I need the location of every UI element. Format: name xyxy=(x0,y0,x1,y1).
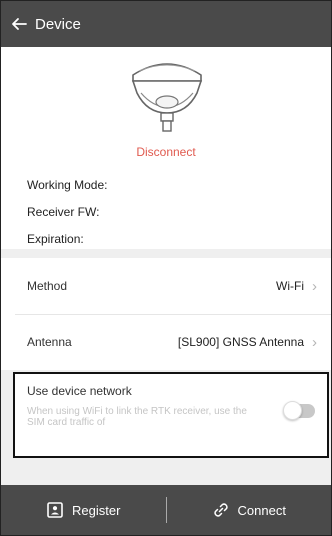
link-icon xyxy=(212,501,230,519)
chevron-right-icon: › xyxy=(312,277,317,295)
device-network-title: Use device network xyxy=(27,384,132,398)
connect-label: Connect xyxy=(237,502,286,518)
antenna-row[interactable]: Antenna [SL900] GNSS Antenna › xyxy=(1,314,331,370)
antenna-value: [SL900] GNSS Antenna xyxy=(177,335,304,349)
expiration-label: Expiration: xyxy=(27,232,84,246)
page-title: Device xyxy=(35,15,81,33)
receiver-fw-label: Receiver FW: xyxy=(27,205,100,219)
register-icon xyxy=(46,501,64,519)
register-button[interactable]: Register xyxy=(1,485,166,535)
app-frame: Device Disconnect Working Mode: Receiver… xyxy=(0,0,332,536)
register-label: Register xyxy=(72,502,121,518)
top-bar: Device xyxy=(1,1,331,47)
method-row[interactable]: Method Wi-Fi › xyxy=(1,258,331,314)
device-network-description: When using WiFi to link the RTK receiver… xyxy=(27,406,247,428)
bottom-action-bar: Register Connect xyxy=(1,485,331,535)
receiver-icon xyxy=(131,63,203,132)
method-value: Wi-Fi xyxy=(276,279,304,293)
back-arrow-icon[interactable] xyxy=(11,15,29,33)
settings-list: Method Wi-Fi › Antenna [SL900] GNSS Ante… xyxy=(1,258,331,370)
working-mode-label: Working Mode: xyxy=(27,178,108,192)
device-status-panel: Disconnect Working Mode: Receiver FW: Ex… xyxy=(1,47,331,249)
connect-button[interactable]: Connect xyxy=(167,485,332,535)
device-network-setting: Use device network When using WiFi to li… xyxy=(13,372,329,458)
device-network-toggle[interactable] xyxy=(283,401,315,420)
connection-status: Disconnect xyxy=(136,145,196,159)
chevron-right-icon: › xyxy=(312,333,317,351)
method-label: Method xyxy=(27,279,68,293)
antenna-label: Antenna xyxy=(27,335,72,349)
toggle-knob xyxy=(283,401,302,420)
